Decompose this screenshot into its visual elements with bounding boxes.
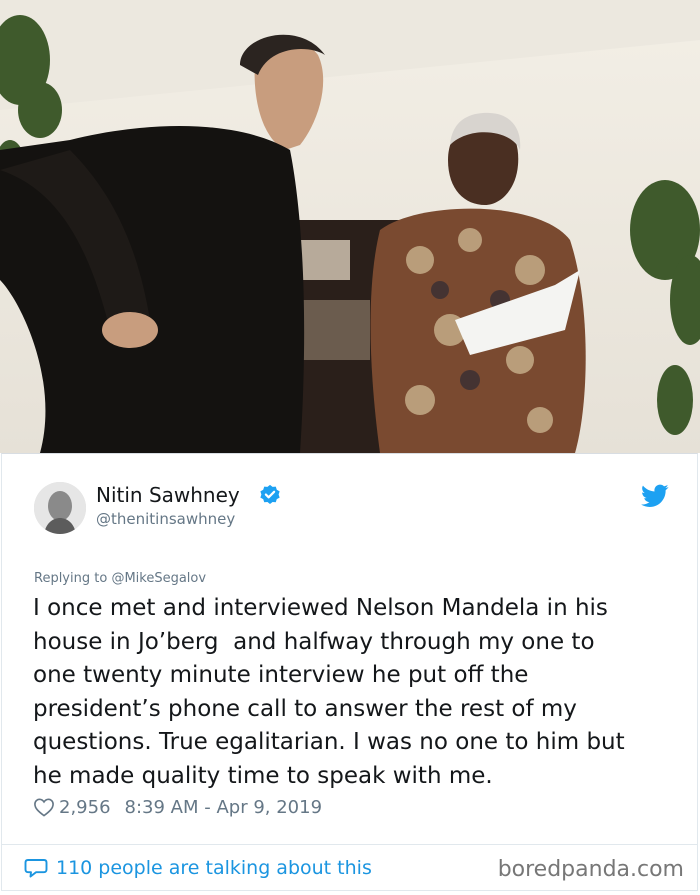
timestamp[interactable]: 8:39 AM - Apr 9, 2019 (125, 797, 323, 818)
watermark: boredpanda.com (497, 857, 684, 882)
tweet-photo[interactable] (0, 0, 700, 453)
author-handle[interactable]: @thenitinsawhney (96, 510, 235, 528)
avatar-image (34, 482, 86, 534)
heart-icon[interactable] (33, 797, 55, 817)
talking-text: 110 people are talking about this (56, 857, 372, 879)
replying-prefix: Replying to (34, 571, 108, 586)
photo-illustration (0, 0, 700, 453)
talking-link[interactable]: 110 people are talking about this (24, 857, 372, 879)
tweet-text-line: he made quality time to speak with me. (33, 762, 493, 789)
like-count[interactable]: 2,956 (59, 797, 111, 818)
twitter-bird-icon[interactable] (641, 484, 669, 508)
replying-mention-link[interactable]: @MikeSegalov (111, 571, 206, 586)
tweet-text-line: house in Jo’berg and halfway through my … (33, 628, 595, 655)
author-name[interactable]: Nitin Sawhney (96, 483, 240, 507)
tweet-meta: 2,956 8:39 AM - Apr 9, 2019 (33, 795, 322, 819)
tweet-text-line: questions. True egalitarian. I was no on… (33, 729, 625, 755)
divider (2, 844, 698, 845)
avatar[interactable] (34, 482, 86, 534)
tweet-text-line: one twenty minute interview he put off t… (33, 662, 529, 688)
tweet-text-line: president’s phone call to answer the res… (33, 695, 577, 722)
replying-to: Replying to @MikeSegalov (34, 571, 206, 586)
verified-badge-icon (260, 484, 280, 504)
speech-bubble-icon (24, 859, 48, 878)
tweet-text-line: I once met and interviewed Nelson Mandel… (33, 595, 608, 621)
tweet-text: I once met and interviewed Nelson Mandel… (33, 592, 673, 793)
